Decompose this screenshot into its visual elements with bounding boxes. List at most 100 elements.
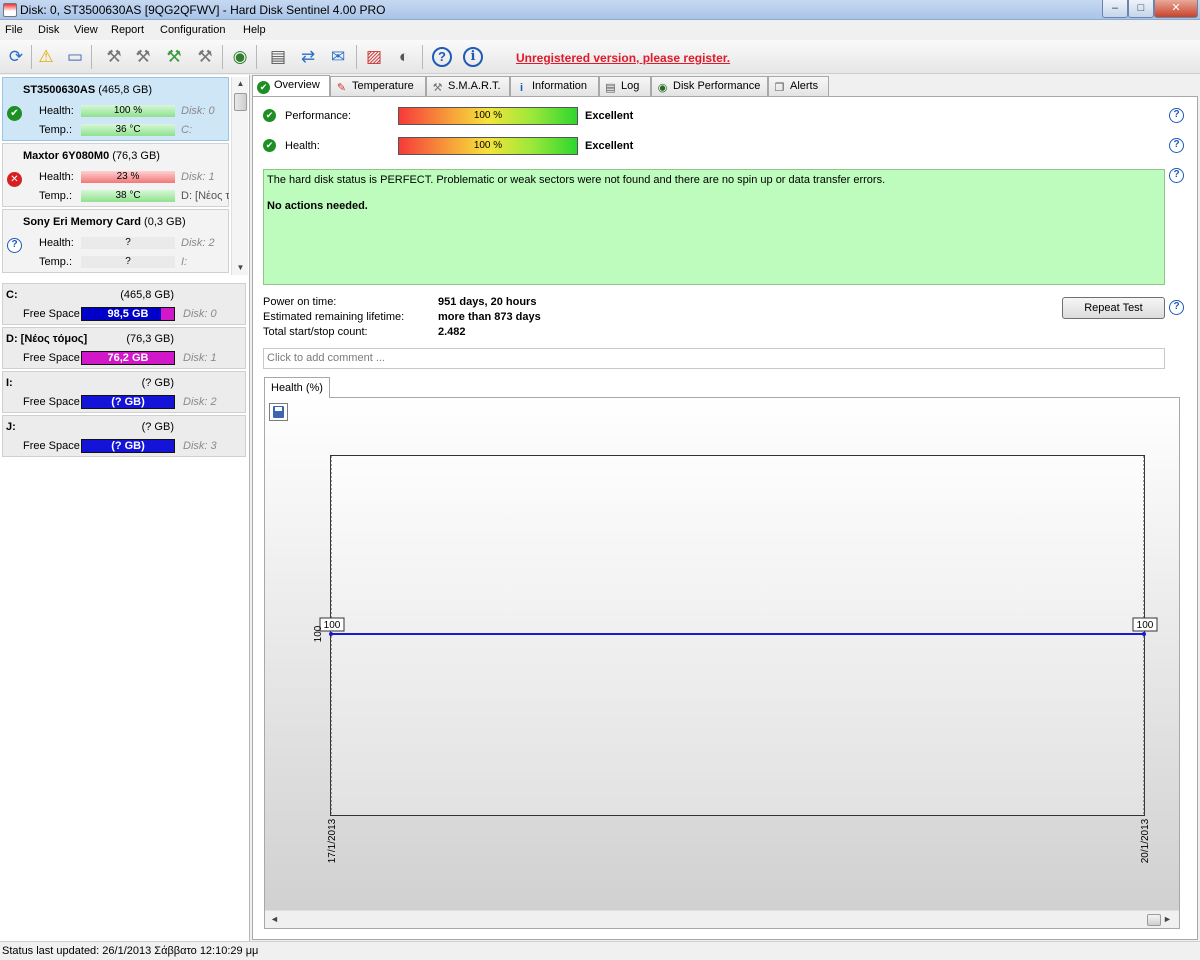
repeat-test-button[interactable]: Repeat Test [1062,297,1165,319]
extended-test-icon[interactable]: ⚒ [193,45,217,69]
settings-icon[interactable]: ▨ [362,45,386,69]
menu-configuration[interactable]: Configuration [160,24,225,36]
menu-help[interactable]: Help [243,24,266,36]
scroll-up-icon[interactable]: ▲ [232,79,248,88]
free-space-label: Free Space [23,440,80,452]
health-label: Health: [39,171,74,183]
tab-smart[interactable]: ⚒ S.M.A.R.T. [426,76,510,96]
minimize-button[interactable]: – [1102,0,1128,18]
partition-name: C: [6,289,18,301]
save-icon[interactable] [269,403,288,421]
performance-icon: ◉ [657,82,668,94]
disk-list-scrollbar[interactable]: ▲ ▼ [231,77,248,275]
lifetime-value: more than 873 days [438,311,541,323]
toolbar-separator [91,45,92,69]
surface-test-icon[interactable]: ⚒ [131,45,155,69]
sync-icon[interactable]: ⇄ [296,45,320,69]
help-icon[interactable]: ? [430,45,454,69]
disk-card-1[interactable]: Maxtor 6Y080M0 (76,3 GB) ✕ Health: 23 % … [2,143,229,207]
disk-index: Disk: 1 [181,171,215,183]
performance-rating: Excellent [585,110,634,122]
info-icon: i [519,82,524,94]
send-icon[interactable]: ✉ [326,45,350,69]
health-bar: ? [81,237,175,249]
menu-disk[interactable]: Disk [38,24,59,36]
performance-check-icon: ✔ [263,109,276,122]
short-test-icon[interactable]: ⚒ [162,45,186,69]
sound-icon[interactable]: ◐ [392,45,416,69]
startstop-label: Total start/stop count: [263,326,368,338]
menu-report[interactable]: Report [111,24,144,36]
status-text: Status last updated: 26/1/2013 Σάββατο 1… [2,945,259,957]
scroll-thumb[interactable] [234,93,247,111]
scroll-left-icon[interactable]: ◄ [270,914,279,924]
close-button[interactable]: ✕ [1154,0,1198,18]
partition-name: D: [Νέος τόμος] [6,333,88,345]
title-bar: Disk: 0, ST3500630AS [9QG2QFWV] - Hard D… [0,0,1200,20]
tab-overview[interactable]: ✔ Overview [252,75,330,96]
disk-card-2[interactable]: Sony Eri Memory Card (0,3 GB) ? Health: … [2,209,229,273]
menu-view[interactable]: View [74,24,98,36]
help-icon[interactable]: ? [1169,300,1184,315]
disk-name-row: Sony Eri Memory Card (0,3 GB) [23,216,186,228]
disk-size: (465,8 GB) [98,84,153,96]
tab-information[interactable]: i Information [510,76,599,96]
status-bar: Status last updated: 26/1/2013 Σάββατο 1… [0,941,1200,960]
health-bar: 100 % [81,105,175,117]
drive-letter: C: [181,124,192,136]
scroll-right-icon[interactable]: ► [1163,914,1172,924]
test-icon[interactable]: ⚒ [102,45,126,69]
disk-name: ST3500630AS [23,84,96,96]
health-graph: 100 100 100 17/1/2013 20/1/2013 ◄ ► [264,397,1180,929]
status-error-icon: ✕ [7,172,22,187]
free-space-value: 98,5 GB [107,308,149,320]
partition-card-d[interactable]: D: [Νέος τόμος] (76,3 GB) Free Space 76,… [2,327,246,369]
help-icon[interactable]: ? [1169,138,1184,153]
power-on-label: Power on time: [263,296,337,308]
report-icon[interactable]: ▤ [266,45,290,69]
disk-card-0[interactable]: ST3500630AS (465,8 GB) ✔ Health: 100 % D… [2,77,229,141]
refresh-icon[interactable]: ⟳ [4,45,28,69]
info-icon[interactable]: i [461,45,485,69]
partition-disk: Disk: 1 [183,352,217,364]
check-icon: ✔ [257,81,270,94]
help-icon[interactable]: ? [1169,108,1184,123]
globe-icon[interactable]: ◉ [228,45,252,69]
partition-card-c[interactable]: C: (465,8 GB) Free Space 98,5 GB Disk: 0 [2,283,246,325]
status-unknown-icon: ? [7,238,22,253]
warning-icon[interactable]: ⚠ [34,45,58,69]
performance-label: Performance: [285,110,352,122]
scroll-thumb[interactable] [1147,914,1161,926]
scroll-down-icon[interactable]: ▼ [232,263,248,272]
help-icon[interactable]: ? [1169,168,1184,183]
menu-file[interactable]: File [5,24,23,36]
free-space-bar: (? GB) [81,395,175,409]
register-link[interactable]: Unregistered version, please register. [516,51,730,65]
tab-log[interactable]: ▤ Log [599,76,651,96]
tab-temperature[interactable]: ✎ Temperature [330,76,426,96]
partition-card-j[interactable]: J: (? GB) Free Space (? GB) Disk: 3 [2,415,246,457]
left-pane: ST3500630AS (465,8 GB) ✔ Health: 100 % D… [0,75,250,941]
disk-icon[interactable]: ▭ [63,45,87,69]
temp-bar: 38 °C [81,190,175,202]
startstop-value: 2.482 [438,326,466,338]
free-space-bar: 76,2 GB [81,351,175,365]
maximize-button[interactable]: □ [1128,0,1154,18]
drive-letter: D: [Νέος τ [181,190,229,202]
comment-field[interactable]: Click to add comment ... [263,348,1165,369]
tab-disk-performance[interactable]: ◉ Disk Performance [651,76,768,96]
free-space-value: (? GB) [111,440,145,452]
tab-alerts[interactable]: ❐ Alerts [768,76,829,96]
action-message: No actions needed. [267,200,368,212]
temp-bar: ? [81,256,175,268]
disk-size: (0,3 GB) [144,216,186,228]
free-space-value: (? GB) [111,396,145,408]
temp-label: Temp.: [39,256,73,268]
tab-health-graph[interactable]: Health (%) [264,377,330,398]
free-space-label: Free Space [23,352,80,364]
graph-scrollbar[interactable]: ◄ ► [265,910,1179,928]
partition-card-i[interactable]: I: (? GB) Free Space (? GB) Disk: 2 [2,371,246,413]
toolbar-separator [356,45,357,69]
disk-list: ST3500630AS (465,8 GB) ✔ Health: 100 % D… [0,75,248,277]
health-rating: Excellent [585,140,634,152]
